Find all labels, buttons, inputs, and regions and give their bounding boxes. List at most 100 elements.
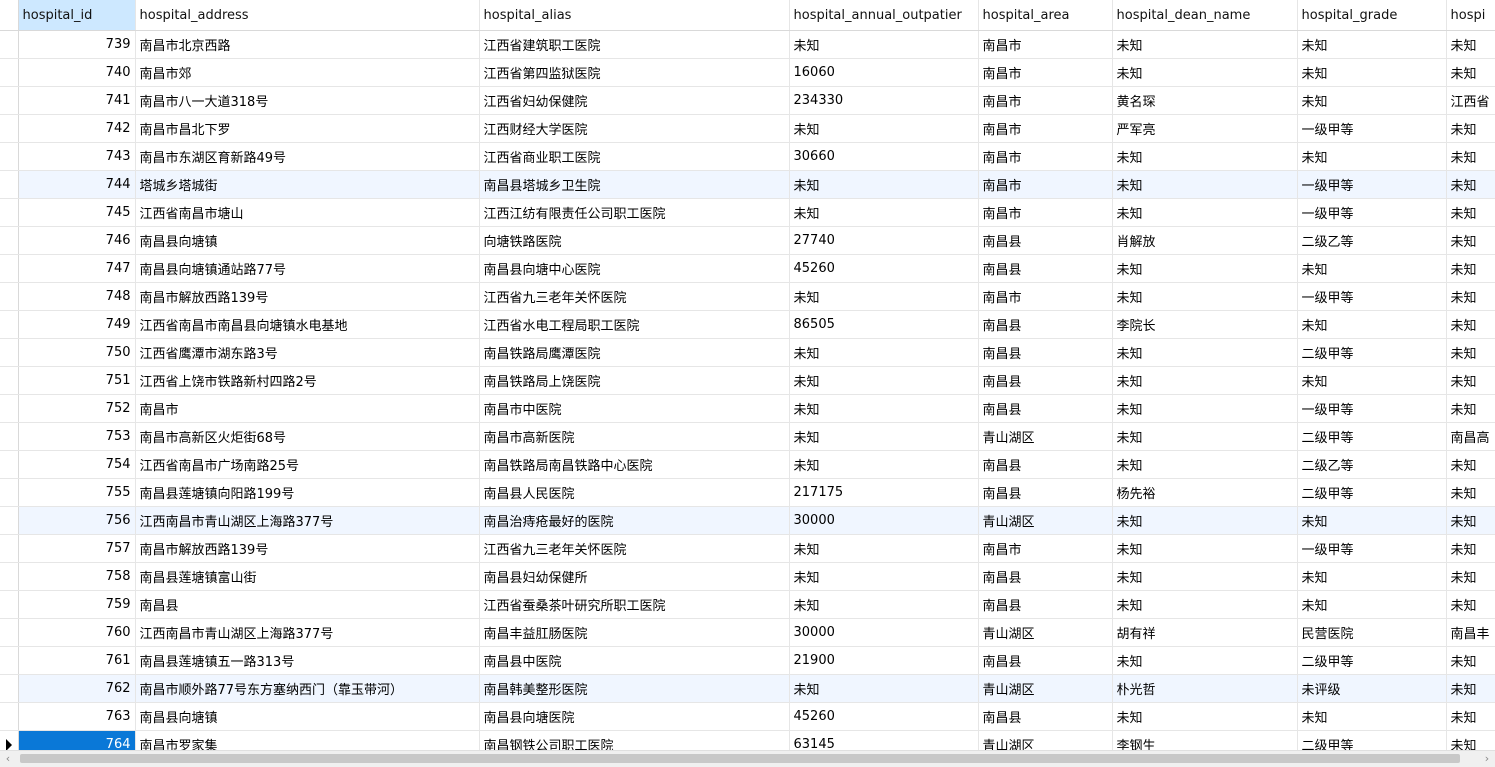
cell-hospital-address[interactable]: 南昌县莲塘镇五一路313号 bbox=[135, 646, 480, 675]
cell-hospi[interactable]: 未知 bbox=[1446, 338, 1495, 367]
cell-dean-name[interactable]: 未知 bbox=[1112, 562, 1298, 591]
cell-hospital-alias[interactable]: 南昌县妇幼保健所 bbox=[479, 562, 790, 591]
cell-hospital-address[interactable]: 江西省上饶市铁路新村四路2号 bbox=[135, 366, 480, 395]
cell-dean-name[interactable]: 未知 bbox=[1112, 282, 1298, 311]
cell-hospital-grade[interactable]: 民营医院 bbox=[1297, 618, 1447, 647]
cell-hospital-id[interactable]: 746 bbox=[18, 226, 136, 255]
cell-hospital-id[interactable]: 750 bbox=[18, 338, 136, 367]
cell-hospital-address[interactable]: 江西省南昌市南昌县向塘镇水电基地 bbox=[135, 310, 480, 339]
cell-hospital-grade[interactable]: 一级甲等 bbox=[1297, 534, 1447, 563]
cell-hospital-area[interactable]: 南昌县 bbox=[978, 646, 1113, 675]
cell-hospi[interactable]: 未知 bbox=[1446, 282, 1495, 311]
cell-dean-name[interactable]: 严军亮 bbox=[1112, 114, 1298, 143]
cell-hospital-area[interactable]: 南昌县 bbox=[978, 702, 1113, 731]
cell-hospital-id[interactable]: 760 bbox=[18, 618, 136, 647]
cell-hospital-grade[interactable]: 未知 bbox=[1297, 86, 1447, 115]
cell-hospital-area[interactable]: 南昌县 bbox=[978, 310, 1113, 339]
row-indicator[interactable] bbox=[0, 142, 19, 171]
cell-hospital-area[interactable]: 青山湖区 bbox=[978, 618, 1113, 647]
cell-hospi[interactable]: 南昌高 bbox=[1446, 422, 1495, 451]
cell-hospi[interactable]: 未知 bbox=[1446, 170, 1495, 199]
table-row[interactable]: 756 江西南昌市青山湖区上海路377号 南昌治痔疮最好的医院 30000 青山湖区 未知… bbox=[0, 506, 1495, 535]
cell-hospital-id[interactable]: 751 bbox=[18, 366, 136, 395]
horizontal-scrollbar[interactable]: ‹ › bbox=[0, 750, 1495, 767]
cell-hospi[interactable]: 未知 bbox=[1446, 198, 1495, 227]
cell-hospital-grade[interactable]: 未评级 bbox=[1297, 674, 1447, 703]
cell-hospital-grade[interactable]: 未知 bbox=[1297, 142, 1447, 171]
cell-annual-outpatient[interactable]: 未知 bbox=[789, 394, 979, 423]
cell-hospital-area[interactable]: 南昌市 bbox=[978, 534, 1113, 563]
cell-dean-name[interactable]: 未知 bbox=[1112, 170, 1298, 199]
table-row[interactable]: 743 南昌市东湖区育新路49号 江西省商业职工医院 30660 南昌市 未知 未知 未知 bbox=[0, 142, 1495, 171]
cell-hospital-address[interactable]: 南昌市八一大道318号 bbox=[135, 86, 480, 115]
cell-hospital-area[interactable]: 南昌县 bbox=[978, 338, 1113, 367]
row-indicator[interactable] bbox=[0, 58, 19, 87]
table-row[interactable]: 741 南昌市八一大道318号 江西省妇幼保健院 234330 南昌市 黄名琛 未知 江西省 bbox=[0, 86, 1495, 115]
cell-hospi[interactable]: 未知 bbox=[1446, 478, 1495, 507]
table-row[interactable]: 750 江西省鹰潭市湖东路3号 南昌铁路局鹰潭医院 未知 南昌县 未知 二级甲等 未知 bbox=[0, 338, 1495, 367]
column-header-hospital-address[interactable]: hospital_address bbox=[135, 0, 480, 31]
row-indicator[interactable] bbox=[0, 282, 19, 311]
cell-hospital-grade[interactable]: 二级甲等 bbox=[1297, 730, 1447, 750]
cell-dean-name[interactable]: 未知 bbox=[1112, 646, 1298, 675]
cell-annual-outpatient[interactable]: 未知 bbox=[789, 30, 979, 59]
table-row[interactable]: 745 江西省南昌市塘山 江西江纺有限责任公司职工医院 未知 南昌市 未知 一级甲等 未知 bbox=[0, 198, 1495, 227]
cell-hospital-alias[interactable]: 江西省商业职工医院 bbox=[479, 142, 790, 171]
cell-hospi[interactable]: 未知 bbox=[1446, 114, 1495, 143]
cell-annual-outpatient[interactable]: 未知 bbox=[789, 170, 979, 199]
cell-dean-name[interactable]: 未知 bbox=[1112, 422, 1298, 451]
cell-hospital-alias[interactable]: 南昌铁路局南昌铁路中心医院 bbox=[479, 450, 790, 479]
cell-hospital-address[interactable]: 南昌市郊 bbox=[135, 58, 480, 87]
cell-dean-name[interactable]: 未知 bbox=[1112, 30, 1298, 59]
table-row[interactable]: 740 南昌市郊 江西省第四监狱医院 16060 南昌市 未知 未知 未知 bbox=[0, 58, 1495, 87]
data-grid[interactable]: hospital_id hospital_address hospital_al… bbox=[0, 0, 1495, 750]
cell-hospital-grade[interactable]: 未知 bbox=[1297, 58, 1447, 87]
cell-hospital-address[interactable]: 江西省鹰潭市湖东路3号 bbox=[135, 338, 480, 367]
row-indicator[interactable] bbox=[0, 450, 19, 479]
table-row[interactable]: 746 南昌县向塘镇 向塘铁路医院 27740 南昌县 肖解放 二级乙等 未知 bbox=[0, 226, 1495, 255]
cell-hospital-id[interactable]: 748 bbox=[18, 282, 136, 311]
cell-hospital-address[interactable]: 南昌县向塘镇 bbox=[135, 226, 480, 255]
cell-hospital-alias[interactable]: 江西省建筑职工医院 bbox=[479, 30, 790, 59]
cell-hospital-grade[interactable]: 二级甲等 bbox=[1297, 422, 1447, 451]
cell-hospital-alias[interactable]: 江西财经大学医院 bbox=[479, 114, 790, 143]
cell-dean-name[interactable]: 胡有祥 bbox=[1112, 618, 1298, 647]
table-row[interactable]: 744 塔城乡塔城街 南昌县塔城乡卫生院 未知 南昌市 未知 一级甲等 未知 bbox=[0, 170, 1495, 199]
table-row[interactable]: 762 南昌市顺外路77号东方塞纳西门（靠玉带河） 南昌韩美整形医院 未知 青山湖区 朴光… bbox=[0, 674, 1495, 703]
cell-hospital-address[interactable]: 江西南昌市青山湖区上海路377号 bbox=[135, 618, 480, 647]
cell-hospital-grade[interactable]: 未知 bbox=[1297, 590, 1447, 619]
cell-annual-outpatient[interactable]: 63145 bbox=[789, 730, 979, 750]
cell-hospital-id[interactable]: 754 bbox=[18, 450, 136, 479]
cell-hospital-id[interactable]: 758 bbox=[18, 562, 136, 591]
row-indicator[interactable] bbox=[0, 254, 19, 283]
cell-hospital-alias[interactable]: 南昌县向塘中心医院 bbox=[479, 254, 790, 283]
cell-hospital-id[interactable]: 762 bbox=[18, 674, 136, 703]
row-indicator[interactable] bbox=[0, 646, 19, 675]
cell-hospital-area[interactable]: 南昌市 bbox=[978, 282, 1113, 311]
cell-hospital-grade[interactable]: 未知 bbox=[1297, 254, 1447, 283]
cell-annual-outpatient[interactable]: 未知 bbox=[789, 422, 979, 451]
cell-hospital-id[interactable]: 764 bbox=[18, 730, 136, 750]
cell-hospital-id[interactable]: 752 bbox=[18, 394, 136, 423]
table-row[interactable]: 752 南昌市 南昌市中医院 未知 南昌县 未知 一级甲等 未知 bbox=[0, 394, 1495, 423]
cell-hospital-alias[interactable]: 南昌县向塘医院 bbox=[479, 702, 790, 731]
column-header-hospital-grade[interactable]: hospital_grade bbox=[1297, 0, 1447, 31]
cell-annual-outpatient[interactable]: 未知 bbox=[789, 282, 979, 311]
column-header-hospital-id[interactable]: hospital_id bbox=[18, 0, 136, 31]
cell-hospital-area[interactable]: 青山湖区 bbox=[978, 674, 1113, 703]
cell-hospital-grade[interactable]: 二级甲等 bbox=[1297, 478, 1447, 507]
cell-hospi[interactable]: 未知 bbox=[1446, 450, 1495, 479]
cell-hospital-area[interactable]: 青山湖区 bbox=[978, 730, 1113, 750]
cell-hospital-area[interactable]: 南昌市 bbox=[978, 170, 1113, 199]
cell-hospi[interactable]: 未知 bbox=[1446, 534, 1495, 563]
table-row[interactable]: 758 南昌县莲塘镇富山街 南昌县妇幼保健所 未知 南昌县 未知 未知 未知 bbox=[0, 562, 1495, 591]
table-row[interactable]: 755 南昌县莲塘镇向阳路199号 南昌县人民医院 217175 南昌县 杨先裕 二级甲等未… bbox=[0, 478, 1495, 507]
cell-dean-name[interactable]: 未知 bbox=[1112, 58, 1298, 87]
cell-hospital-alias[interactable]: 向塘铁路医院 bbox=[479, 226, 790, 255]
cell-hospital-address[interactable]: 南昌县莲塘镇富山街 bbox=[135, 562, 480, 591]
cell-dean-name[interactable]: 黄名琛 bbox=[1112, 86, 1298, 115]
cell-hospital-alias[interactable]: 南昌县人民医院 bbox=[479, 478, 790, 507]
cell-dean-name[interactable]: 未知 bbox=[1112, 338, 1298, 367]
table-row[interactable]: 754 江西省南昌市广场南路25号 南昌铁路局南昌铁路中心医院 未知 南昌县 未知 二级乙等… bbox=[0, 450, 1495, 479]
cell-dean-name[interactable]: 未知 bbox=[1112, 394, 1298, 423]
